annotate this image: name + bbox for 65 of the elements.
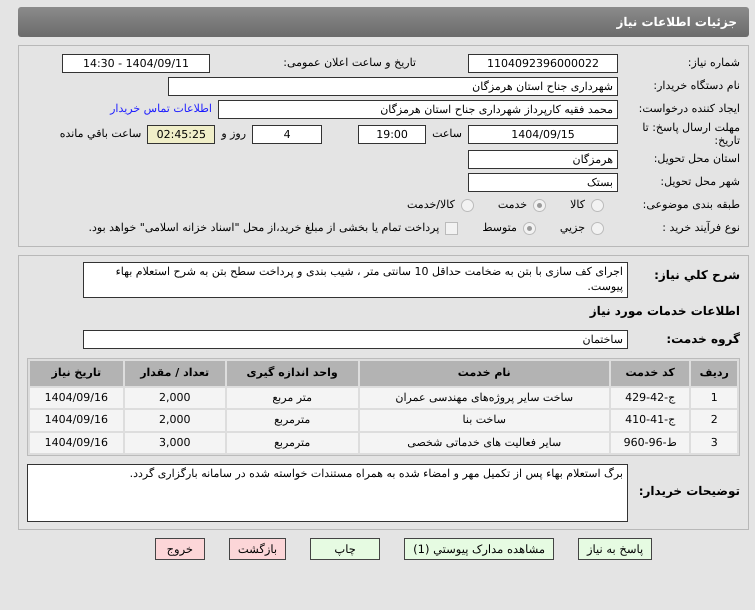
- radio-button[interactable]: [533, 198, 546, 212]
- field-label: مهلت ارسال پاسخ: تا تاریخ:: [641, 121, 740, 147]
- days-field: 4: [252, 124, 322, 144]
- field-label: روز و: [221, 126, 246, 142]
- action-button[interactable]: مشاهده مدارک پیوستي (1): [404, 538, 554, 560]
- column-header: کد خدمت: [610, 361, 690, 386]
- table-cell: 1404/09/16: [30, 410, 123, 430]
- description-box[interactable]: اجرای کف سازی با بتن به ضخامت حداقل 10 سانتی متر ، شیب بندی و پرداخت سطح بتن به شرح استعلام بهاء پیوست.: [83, 262, 628, 298]
- field-label: نام دستگاه خریدار:: [652, 78, 740, 94]
- table-cell: مترمربع: [226, 410, 358, 430]
- action-button[interactable]: چاپ: [310, 538, 380, 560]
- contact-link[interactable]: اطلاعات تماس خریدار: [110, 100, 212, 118]
- radio-button[interactable]: [522, 222, 536, 234]
- field-label: طبقه بندی موضوعی:: [642, 196, 740, 213]
- table-cell: 1: [691, 388, 737, 408]
- action-button[interactable]: بازگشت: [228, 538, 286, 560]
- page-title: جزئیات اطلاعات نیاز: [18, 7, 749, 37]
- column-header: تاریخ نیاز: [30, 361, 123, 386]
- countdown-field: 02:45:25: [147, 124, 216, 144]
- radio-button[interactable]: [460, 198, 474, 212]
- field-label: توضیحات خریدار:: [638, 483, 740, 500]
- option-label: خدمت: [498, 196, 528, 213]
- field-label: شماره نیاز:: [686, 54, 740, 71]
- field-label: تاریخ و ساعت اعلان عمومی:: [283, 54, 416, 71]
- table-cell: ساخت بنا: [360, 410, 609, 430]
- column-header: ردیف: [691, 361, 737, 386]
- table-cell: 3: [691, 432, 737, 453]
- table-cell: ج-42-429: [610, 388, 690, 408]
- action-button[interactable]: پاسخ به نیاز: [578, 538, 652, 560]
- table-cell: 1404/09/16: [30, 388, 123, 408]
- field-label: شرح کلي نیاز:: [653, 267, 740, 284]
- option-label: جزيي: [560, 220, 585, 236]
- table-cell: ساخت سایر پروژه‌های مهندسی عمران: [360, 388, 609, 408]
- option-label: کالا/خدمت: [407, 196, 455, 213]
- notes-box[interactable]: برگ استعلام بهاء پس از تکمیل مهر و امضاء شده به همراه مستندات خواسته شده در سامانه بارگزاری گردد.: [27, 464, 628, 522]
- field-label: ایجاد کننده درخواست:: [638, 100, 740, 117]
- column-header: تعداد / مقدار: [124, 361, 225, 386]
- field-label: ساعت: [432, 126, 462, 142]
- action-button[interactable]: خروج: [154, 538, 205, 560]
- field-label: استان محل تحویل:: [652, 150, 740, 167]
- column-header: نام خدمت: [360, 361, 609, 386]
- section-heading: اطلاعات خدمات مورد نیاز: [588, 303, 740, 320]
- date-field: 1404/09/15: [468, 124, 618, 144]
- field-label: گروه خدمت:: [665, 331, 740, 348]
- radio-button[interactable]: [591, 222, 604, 234]
- table-cell: مترمربع: [226, 432, 358, 453]
- table-cell: 2,000: [124, 410, 225, 430]
- checkbox[interactable]: [445, 222, 458, 234]
- table-cell: 1404/09/16: [30, 432, 123, 453]
- option-label: متوسط: [482, 220, 517, 236]
- table-cell: متر مربع: [226, 388, 358, 408]
- table-cell: 2: [691, 410, 737, 430]
- table-cell: 3,000: [124, 432, 225, 453]
- field-label: ساعت باقي مانده: [60, 126, 142, 142]
- time-field: 19:00: [358, 124, 426, 144]
- checkbox-label: پرداخت تمام یا بخشی از مبلغ خرید،از محل "اسناد خزانه اسلامی" خواهد بود.: [88, 220, 440, 236]
- column-header: واحد اندازه گیری: [226, 361, 358, 386]
- option-label: کالا: [570, 196, 585, 213]
- radio-button[interactable]: [591, 198, 604, 212]
- field-label: نوع فرآیند خرید :: [661, 220, 740, 236]
- field-label: شهر محل تحویل:: [659, 174, 740, 190]
- table-cell: 2,000: [124, 388, 225, 408]
- table-cell: ط-96-960: [610, 432, 690, 453]
- table-cell: ج-41-410: [610, 410, 690, 430]
- table-cell: سایر فعالیت های خدماتی شخصی: [360, 432, 609, 453]
